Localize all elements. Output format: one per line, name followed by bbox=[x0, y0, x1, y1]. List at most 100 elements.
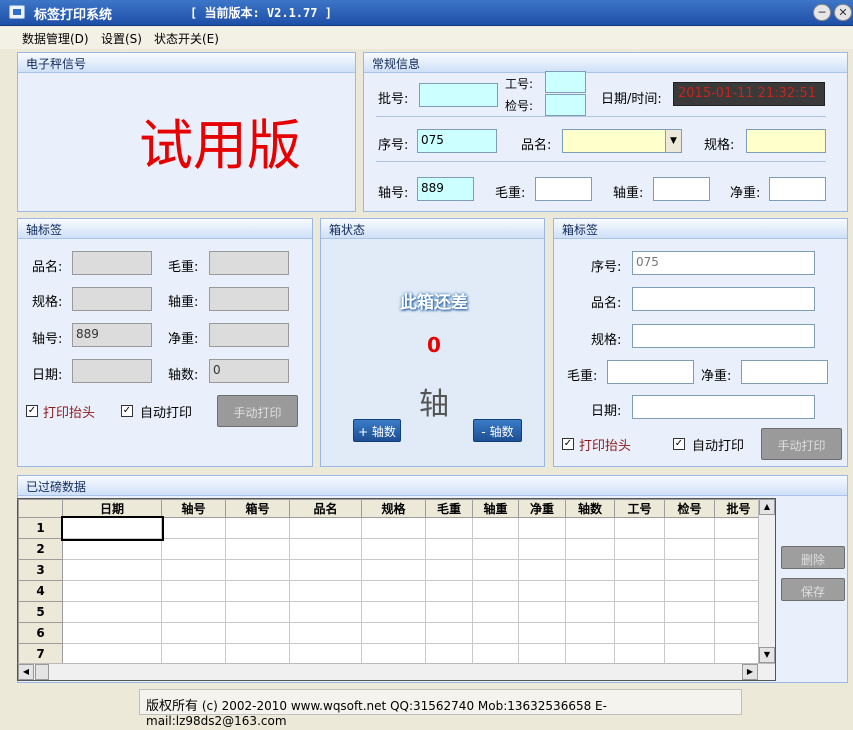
table-cell[interactable] bbox=[361, 538, 426, 560]
table-cell[interactable] bbox=[518, 601, 566, 623]
table-cell[interactable] bbox=[518, 538, 566, 560]
table-cell[interactable] bbox=[361, 559, 426, 581]
table-cell[interactable] bbox=[62, 622, 162, 644]
table-cell[interactable] bbox=[161, 643, 226, 665]
table-cell[interactable] bbox=[225, 622, 290, 644]
table-cell[interactable] bbox=[289, 643, 362, 665]
scroll-right-icon[interactable]: ▶ bbox=[742, 664, 758, 680]
column-header[interactable]: 日期 bbox=[62, 499, 162, 518]
table-cell[interactable] bbox=[518, 643, 566, 665]
minimize-button[interactable]: ─ bbox=[813, 4, 831, 21]
table-cell[interactable] bbox=[518, 580, 566, 602]
column-header[interactable]: 毛重 bbox=[425, 499, 473, 518]
table-cell[interactable] bbox=[161, 601, 226, 623]
row-number[interactable]: 1 bbox=[18, 517, 63, 539]
table-cell[interactable] bbox=[361, 580, 426, 602]
row-number[interactable]: 7 bbox=[18, 643, 63, 665]
table-cell[interactable] bbox=[472, 601, 519, 623]
table-cell[interactable] bbox=[664, 538, 715, 560]
weighed-data-grid[interactable]: 日期 轴号 箱号 品名 规格 毛重 轴重 净重 轴数 工号 检号 批号 1234… bbox=[17, 498, 776, 681]
box-auto-print-checkbox[interactable]: ✓ bbox=[673, 438, 685, 450]
table-cell[interactable] bbox=[472, 559, 519, 581]
column-header[interactable]: 工号 bbox=[614, 499, 665, 518]
row-number[interactable]: 3 bbox=[18, 559, 63, 581]
net-input[interactable] bbox=[769, 177, 826, 201]
table-cell[interactable] bbox=[614, 559, 665, 581]
row-number[interactable]: 6 bbox=[18, 622, 63, 644]
table-cell[interactable] bbox=[225, 538, 290, 560]
table-cell[interactable] bbox=[225, 643, 290, 665]
box-date-field[interactable] bbox=[632, 395, 815, 419]
table-cell[interactable] bbox=[225, 517, 290, 539]
table-cell[interactable] bbox=[714, 622, 763, 644]
table-cell[interactable] bbox=[565, 643, 615, 665]
table-cell[interactable] bbox=[614, 580, 665, 602]
table-cell[interactable] bbox=[361, 517, 426, 539]
serial-input[interactable]: 075 bbox=[417, 129, 497, 153]
table-cell[interactable] bbox=[225, 601, 290, 623]
table-cell[interactable] bbox=[289, 601, 362, 623]
table-cell[interactable] bbox=[565, 559, 615, 581]
table-cell[interactable] bbox=[425, 517, 473, 539]
scroll-up-icon[interactable]: ▲ bbox=[759, 499, 775, 515]
table-cell[interactable] bbox=[62, 601, 162, 623]
axis-manual-print-button[interactable]: 手动打印 bbox=[217, 395, 298, 427]
column-header[interactable]: 轴数 bbox=[565, 499, 615, 518]
table-cell[interactable] bbox=[714, 517, 763, 539]
table-cell[interactable] bbox=[62, 643, 162, 665]
table-cell[interactable] bbox=[664, 580, 715, 602]
table-cell[interactable] bbox=[565, 580, 615, 602]
axis-count-plus-button[interactable]: + 轴数 bbox=[353, 419, 401, 442]
table-cell[interactable] bbox=[614, 538, 665, 560]
column-header[interactable]: 规格 bbox=[361, 499, 426, 518]
column-header[interactable]: 轴重 bbox=[472, 499, 519, 518]
table-cell[interactable] bbox=[425, 580, 473, 602]
table-cell[interactable] bbox=[60, 515, 164, 541]
table-cell[interactable] bbox=[425, 601, 473, 623]
table-cell[interactable] bbox=[425, 538, 473, 560]
delete-button[interactable]: 删除 bbox=[781, 546, 845, 569]
table-cell[interactable] bbox=[161, 517, 226, 539]
axis-auto-print-checkbox[interactable]: ✓ bbox=[121, 405, 133, 417]
table-cell[interactable] bbox=[161, 538, 226, 560]
table-cell[interactable] bbox=[62, 580, 162, 602]
table-cell[interactable] bbox=[62, 559, 162, 581]
axis-count-minus-button[interactable]: - 轴数 bbox=[473, 419, 522, 442]
row-number[interactable]: 5 bbox=[18, 601, 63, 623]
menu-settings[interactable]: 设置(S) bbox=[101, 30, 142, 47]
box-gross-field[interactable] bbox=[607, 360, 694, 384]
table-cell[interactable] bbox=[361, 643, 426, 665]
table-cell[interactable] bbox=[425, 643, 473, 665]
column-header[interactable]: 批号 bbox=[714, 499, 763, 518]
box-product-field[interactable] bbox=[632, 287, 815, 311]
close-button[interactable]: ✕ bbox=[834, 4, 852, 21]
table-cell[interactable] bbox=[62, 538, 162, 560]
horizontal-scrollbar[interactable]: ◀ ▶ bbox=[18, 663, 775, 680]
table-cell[interactable] bbox=[664, 643, 715, 665]
table-cell[interactable] bbox=[614, 643, 665, 665]
table-cell[interactable] bbox=[161, 580, 226, 602]
table-cell[interactable] bbox=[614, 622, 665, 644]
table-cell[interactable] bbox=[225, 580, 290, 602]
axis-weight-input[interactable] bbox=[653, 177, 710, 201]
gross-input[interactable] bbox=[535, 177, 592, 201]
table-cell[interactable] bbox=[518, 517, 566, 539]
worker-input[interactable] bbox=[545, 71, 586, 93]
table-cell[interactable] bbox=[472, 517, 519, 539]
table-cell[interactable] bbox=[425, 622, 473, 644]
table-cell[interactable] bbox=[565, 538, 615, 560]
table-cell[interactable] bbox=[289, 538, 362, 560]
scroll-left-icon[interactable]: ◀ bbox=[18, 664, 34, 680]
table-cell[interactable] bbox=[518, 559, 566, 581]
table-cell[interactable] bbox=[664, 601, 715, 623]
table-cell[interactable] bbox=[664, 622, 715, 644]
table-cell[interactable] bbox=[565, 517, 615, 539]
spec-input[interactable] bbox=[746, 129, 826, 153]
table-cell[interactable] bbox=[289, 622, 362, 644]
table-cell[interactable] bbox=[289, 580, 362, 602]
batch-input[interactable] bbox=[419, 83, 498, 107]
table-cell[interactable] bbox=[714, 559, 763, 581]
row-number[interactable]: 2 bbox=[18, 538, 63, 560]
column-header[interactable]: 净重 bbox=[518, 499, 566, 518]
table-cell[interactable] bbox=[714, 580, 763, 602]
